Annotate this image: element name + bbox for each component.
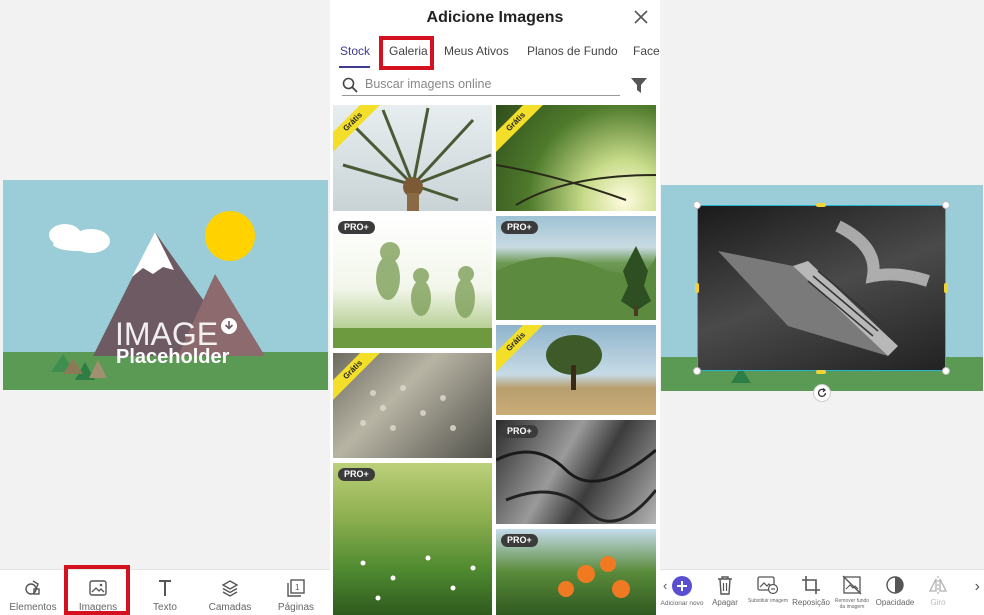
stock-image-meadow[interactable]: PRO+ <box>333 463 492 615</box>
dialog-title: Adicione Imagens <box>426 9 564 26</box>
badge-pro: PRO+ <box>501 425 538 438</box>
badge-pro: PRO+ <box>501 221 538 234</box>
image-placeholder-canvas[interactable]: IMAGE Placeholder <box>3 180 328 390</box>
badge-pro: PRO+ <box>338 221 375 234</box>
toolbar-remover-fundo[interactable]: Remover fundo da imagem <box>830 575 874 610</box>
tab-facebook[interactable]: Facel <box>633 44 660 58</box>
toolbar-label: Substituir imagem <box>747 598 788 604</box>
search-input[interactable]: Buscar imagens online <box>342 76 620 96</box>
toolbar-texto[interactable]: Texto <box>140 570 190 615</box>
toolbar-label: Opacidade <box>875 598 915 607</box>
badge-pro: PRO+ <box>338 468 375 481</box>
badge-pro: PRO+ <box>501 534 538 547</box>
stock-image-lone-tree[interactable]: Grátis <box>496 325 656 415</box>
rotate-icon <box>817 388 827 397</box>
toolbar-label: Giro <box>930 598 946 607</box>
highlight-imagens <box>64 565 130 615</box>
toolbar-adicionar-novo[interactable]: Adicionar novo <box>660 575 704 607</box>
resize-handle[interactable] <box>695 283 699 293</box>
stock-image-frost[interactable]: Grátis <box>333 353 492 458</box>
resize-handle[interactable] <box>944 283 948 293</box>
toolbar-apagar[interactable]: Apagar <box>703 575 747 607</box>
add-new-icon <box>672 576 692 596</box>
resize-handle[interactable] <box>816 203 826 207</box>
resize-handle[interactable] <box>693 201 701 209</box>
remove-background-icon <box>842 575 862 595</box>
editor-panel-left: IMAGE Placeholder Elementos Imagens Text… <box>0 0 330 615</box>
toolbar-label: Texto <box>153 602 177 613</box>
placeholder-text-sub: Placeholder <box>116 346 230 368</box>
toolbar-reposicao[interactable]: Reposição <box>789 575 833 607</box>
toolbar-label: Apagar <box>712 598 738 607</box>
pages-icon: 1 <box>287 577 305 599</box>
crop-icon <box>802 576 820 594</box>
close-button[interactable] <box>634 10 648 29</box>
trash-icon <box>718 576 732 595</box>
text-icon <box>157 577 173 599</box>
toolbar-label: Reposição <box>792 598 830 607</box>
toolbar-elementos[interactable]: Elementos <box>8 570 58 615</box>
stock-image-rock[interactable]: PRO+ <box>496 420 656 524</box>
filter-button[interactable] <box>631 78 647 98</box>
search-placeholder: Buscar imagens online <box>365 77 492 91</box>
image-toolbar: ‹ Adicionar novo Apagar Substituir image… <box>660 569 984 615</box>
stock-image-hills[interactable]: PRO+ <box>496 216 656 320</box>
sun-shape <box>205 211 255 261</box>
tab-meus-ativos[interactable]: Meus Ativos <box>444 44 509 58</box>
elements-icon <box>24 577 42 599</box>
highlight-galeria <box>379 36 434 70</box>
resize-handle[interactable] <box>693 367 701 375</box>
stock-image-canopy[interactable]: Grátis <box>496 105 656 211</box>
stock-image-flowers[interactable]: PRO+ <box>496 529 656 615</box>
editor-panel-right: ‹ Adicionar novo Apagar Substituir image… <box>660 0 984 615</box>
resize-handle[interactable] <box>942 201 950 209</box>
scroll-right-icon[interactable]: › <box>975 578 980 596</box>
toolbar-label: Camadas <box>208 602 252 613</box>
close-icon <box>634 10 648 24</box>
selected-image[interactable] <box>697 205 946 371</box>
add-images-dialog: Adicione Imagens Stock Galeria Meus Ativ… <box>330 0 660 615</box>
toolbar-substituir-imagem[interactable]: Substituir imagem <box>746 575 790 604</box>
toolbar-camadas[interactable]: Camadas <box>205 570 255 615</box>
resize-handle[interactable] <box>816 370 826 374</box>
toolbar-giro[interactable]: Giro <box>916 575 960 607</box>
tab-stock[interactable]: Stock <box>340 44 370 58</box>
toolbar-paginas[interactable]: 1 Páginas <box>271 570 321 615</box>
rotate-button[interactable] <box>813 384 831 402</box>
toolbar-label: Remover fundo da imagem <box>834 598 870 610</box>
search-icon <box>342 77 358 93</box>
stock-image-children[interactable]: PRO+ <box>333 216 492 348</box>
filter-icon <box>631 78 647 93</box>
bottom-toolbar: Elementos Imagens Texto Camadas 1 Página… <box>0 569 330 615</box>
tab-planos-de-fundo[interactable]: Planos de Fundo <box>527 44 618 58</box>
toolbar-label: Adicionar novo <box>660 600 704 607</box>
active-tab-indicator <box>339 66 370 68</box>
replace-image-icon <box>757 576 779 595</box>
toolbar-opacidade[interactable]: Opacidade <box>873 575 917 607</box>
stock-image-palm[interactable]: Grátis <box>333 105 492 211</box>
resize-handle[interactable] <box>942 367 950 375</box>
flip-icon <box>928 576 948 594</box>
layers-icon <box>221 577 239 599</box>
toolbar-label: Páginas <box>277 602 315 613</box>
svg-text:1: 1 <box>295 583 300 592</box>
opacity-icon <box>886 576 904 594</box>
toolbar-label: Elementos <box>9 602 57 613</box>
